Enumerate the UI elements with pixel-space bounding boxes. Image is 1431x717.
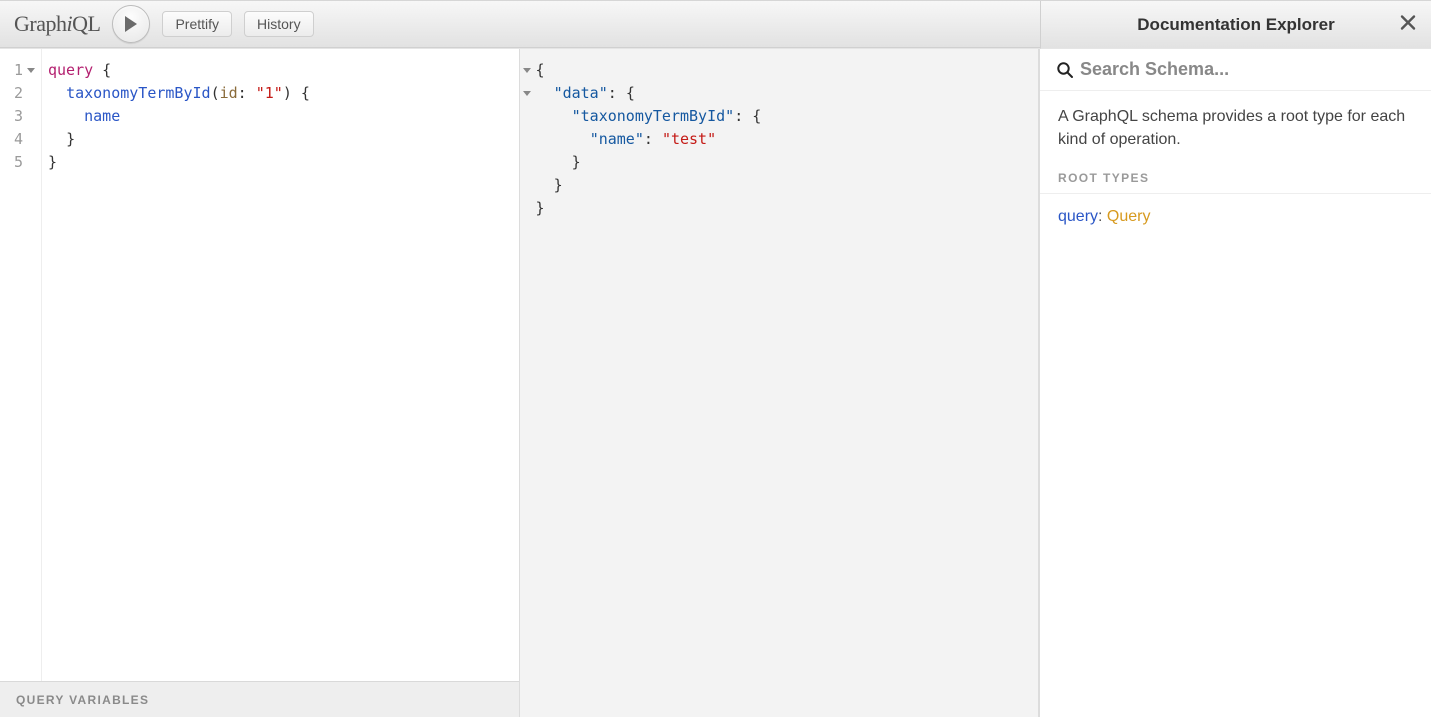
result-code[interactable]: { "data": { "taxonomyTermById": { "name"… bbox=[534, 49, 1039, 717]
token-punct: } bbox=[66, 130, 75, 148]
token-key: "data" bbox=[554, 84, 608, 102]
token-string: "1" bbox=[256, 84, 283, 102]
query-variables-label: QUERY VARIABLES bbox=[16, 693, 149, 707]
token-punct: { bbox=[626, 84, 635, 102]
docs-search[interactable] bbox=[1040, 49, 1431, 91]
token-punct: } bbox=[48, 153, 57, 171]
token-key: "taxonomyTermById" bbox=[572, 107, 735, 125]
root-colon: : bbox=[1098, 208, 1107, 225]
line-number: 5 bbox=[0, 151, 37, 174]
query-code[interactable]: query { taxonomyTermById(id: "1") { name… bbox=[42, 49, 519, 681]
token-field: name bbox=[84, 107, 120, 125]
history-button[interactable]: History bbox=[244, 11, 314, 37]
root-type-link[interactable]: Query bbox=[1107, 208, 1151, 225]
token-punct: } bbox=[572, 153, 581, 171]
token-punct: : bbox=[734, 107, 752, 125]
root-field-name: query bbox=[1058, 208, 1098, 225]
line-number: 1 bbox=[0, 59, 37, 82]
execute-button[interactable] bbox=[112, 5, 150, 43]
line-gutter: 1 2 3 4 5 bbox=[0, 49, 42, 681]
token-punct: : bbox=[608, 84, 626, 102]
docs-search-input[interactable] bbox=[1080, 59, 1415, 80]
fold-marker-icon[interactable] bbox=[520, 82, 534, 105]
token-punct: ) bbox=[283, 84, 292, 102]
main-area: 1 2 3 4 5 query { taxonomyTermById(id: "… bbox=[0, 48, 1431, 717]
token-punct: } bbox=[554, 176, 563, 194]
token-arg: id bbox=[220, 84, 238, 102]
token-punct: : bbox=[644, 130, 662, 148]
line-number: 3 bbox=[0, 105, 37, 128]
result-fold-gutter bbox=[520, 49, 534, 717]
token-field: taxonomyTermById bbox=[66, 84, 211, 102]
docs-panel: Documentation Explorer A GraphQL schema … bbox=[1039, 49, 1431, 717]
token-punct: { bbox=[93, 61, 111, 79]
logo-post: QL bbox=[72, 11, 100, 37]
query-variables-bar[interactable]: QUERY VARIABLES bbox=[0, 681, 519, 717]
result-pane: { "data": { "taxonomyTermById": { "name"… bbox=[520, 49, 1040, 717]
token-key: "name" bbox=[590, 130, 644, 148]
docs-description: A GraphQL schema provides a root type fo… bbox=[1040, 91, 1431, 171]
play-icon bbox=[124, 16, 138, 32]
query-editor-pane: 1 2 3 4 5 query { taxonomyTermById(id: "… bbox=[0, 49, 520, 717]
line-number: 2 bbox=[0, 82, 37, 105]
close-icon bbox=[1399, 13, 1417, 31]
token-punct: ( bbox=[211, 84, 220, 102]
token-punct: { bbox=[752, 107, 761, 125]
close-docs-button[interactable] bbox=[1399, 13, 1417, 36]
docs-header: Documentation Explorer bbox=[1040, 1, 1431, 49]
line-number: 4 bbox=[0, 128, 37, 151]
token-string: "test" bbox=[662, 130, 716, 148]
prettify-button[interactable]: Prettify bbox=[162, 11, 232, 37]
logo-pre: Graph bbox=[14, 11, 66, 37]
token-keyword: query bbox=[48, 61, 93, 79]
token-punct: { bbox=[292, 84, 310, 102]
token-punct: { bbox=[536, 61, 545, 79]
token-punct: } bbox=[536, 199, 545, 217]
search-icon bbox=[1056, 61, 1074, 79]
app-logo: GraphiQL bbox=[14, 11, 100, 37]
fold-marker-icon[interactable] bbox=[520, 59, 534, 82]
token-punct: : bbox=[238, 84, 256, 102]
docs-title: Documentation Explorer bbox=[1137, 15, 1334, 35]
root-type-row: query: Query bbox=[1040, 194, 1431, 240]
docs-section-label: ROOT TYPES bbox=[1040, 171, 1431, 194]
query-editor[interactable]: 1 2 3 4 5 query { taxonomyTermById(id: "… bbox=[0, 49, 519, 681]
